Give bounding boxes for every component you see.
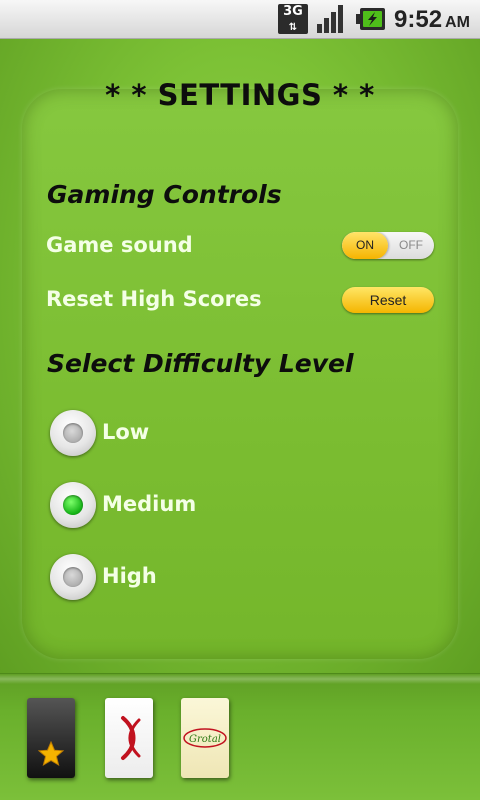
clock-ampm: AM	[445, 14, 470, 31]
clock-time: 9:52	[394, 6, 443, 33]
status-bar: 3G ⇅ 9:52 AM	[0, 0, 480, 39]
reset-high-scores-label: Reset High Scores	[46, 287, 262, 311]
difficulty-option-label: Medium	[102, 492, 197, 516]
3g-data-icon: 3G ⇅	[278, 4, 308, 34]
radio-button[interactable]	[50, 410, 96, 456]
page-title: * * SETTINGS * *	[105, 78, 375, 112]
difficulty-option-low[interactable]: Low	[50, 410, 350, 458]
favorites-star-icon	[38, 741, 64, 767]
brand-app-shortcut[interactable]	[105, 698, 153, 778]
network-type-label: 3G	[283, 4, 303, 19]
grotal-logo-icon: Grotal	[183, 728, 227, 748]
toggle-on-label: ON	[342, 232, 388, 259]
signal-icon	[317, 5, 343, 33]
red-curves-logo-icon	[121, 716, 141, 760]
radio-button[interactable]	[50, 482, 96, 528]
radio-indicator	[63, 567, 83, 587]
game-sound-toggle[interactable]: ON OFF	[342, 232, 434, 259]
gaming-controls-heading: Gaming Controls	[47, 180, 282, 209]
radio-button[interactable]	[50, 554, 96, 600]
radio-indicator	[63, 423, 83, 443]
battery-charging-icon	[356, 8, 385, 30]
radio-indicator-selected	[63, 495, 83, 515]
app-dock: Grotal	[0, 673, 480, 800]
difficulty-heading: Select Difficulty Level	[47, 349, 354, 378]
difficulty-option-label: High	[102, 564, 157, 588]
difficulty-option-medium[interactable]: Medium	[50, 482, 350, 530]
favorites-app-shortcut[interactable]	[27, 698, 75, 778]
dock-shine	[0, 674, 480, 684]
difficulty-option-label: Low	[102, 420, 150, 444]
difficulty-option-high[interactable]: High	[50, 554, 350, 602]
clock: 9:52 AM	[394, 6, 470, 34]
grotal-app-shortcut[interactable]: Grotal	[181, 698, 229, 778]
game-sound-label: Game sound	[46, 233, 193, 257]
svg-text:Grotal: Grotal	[189, 734, 221, 745]
toggle-off-label: OFF	[399, 238, 423, 252]
reset-button[interactable]: Reset	[342, 287, 434, 313]
